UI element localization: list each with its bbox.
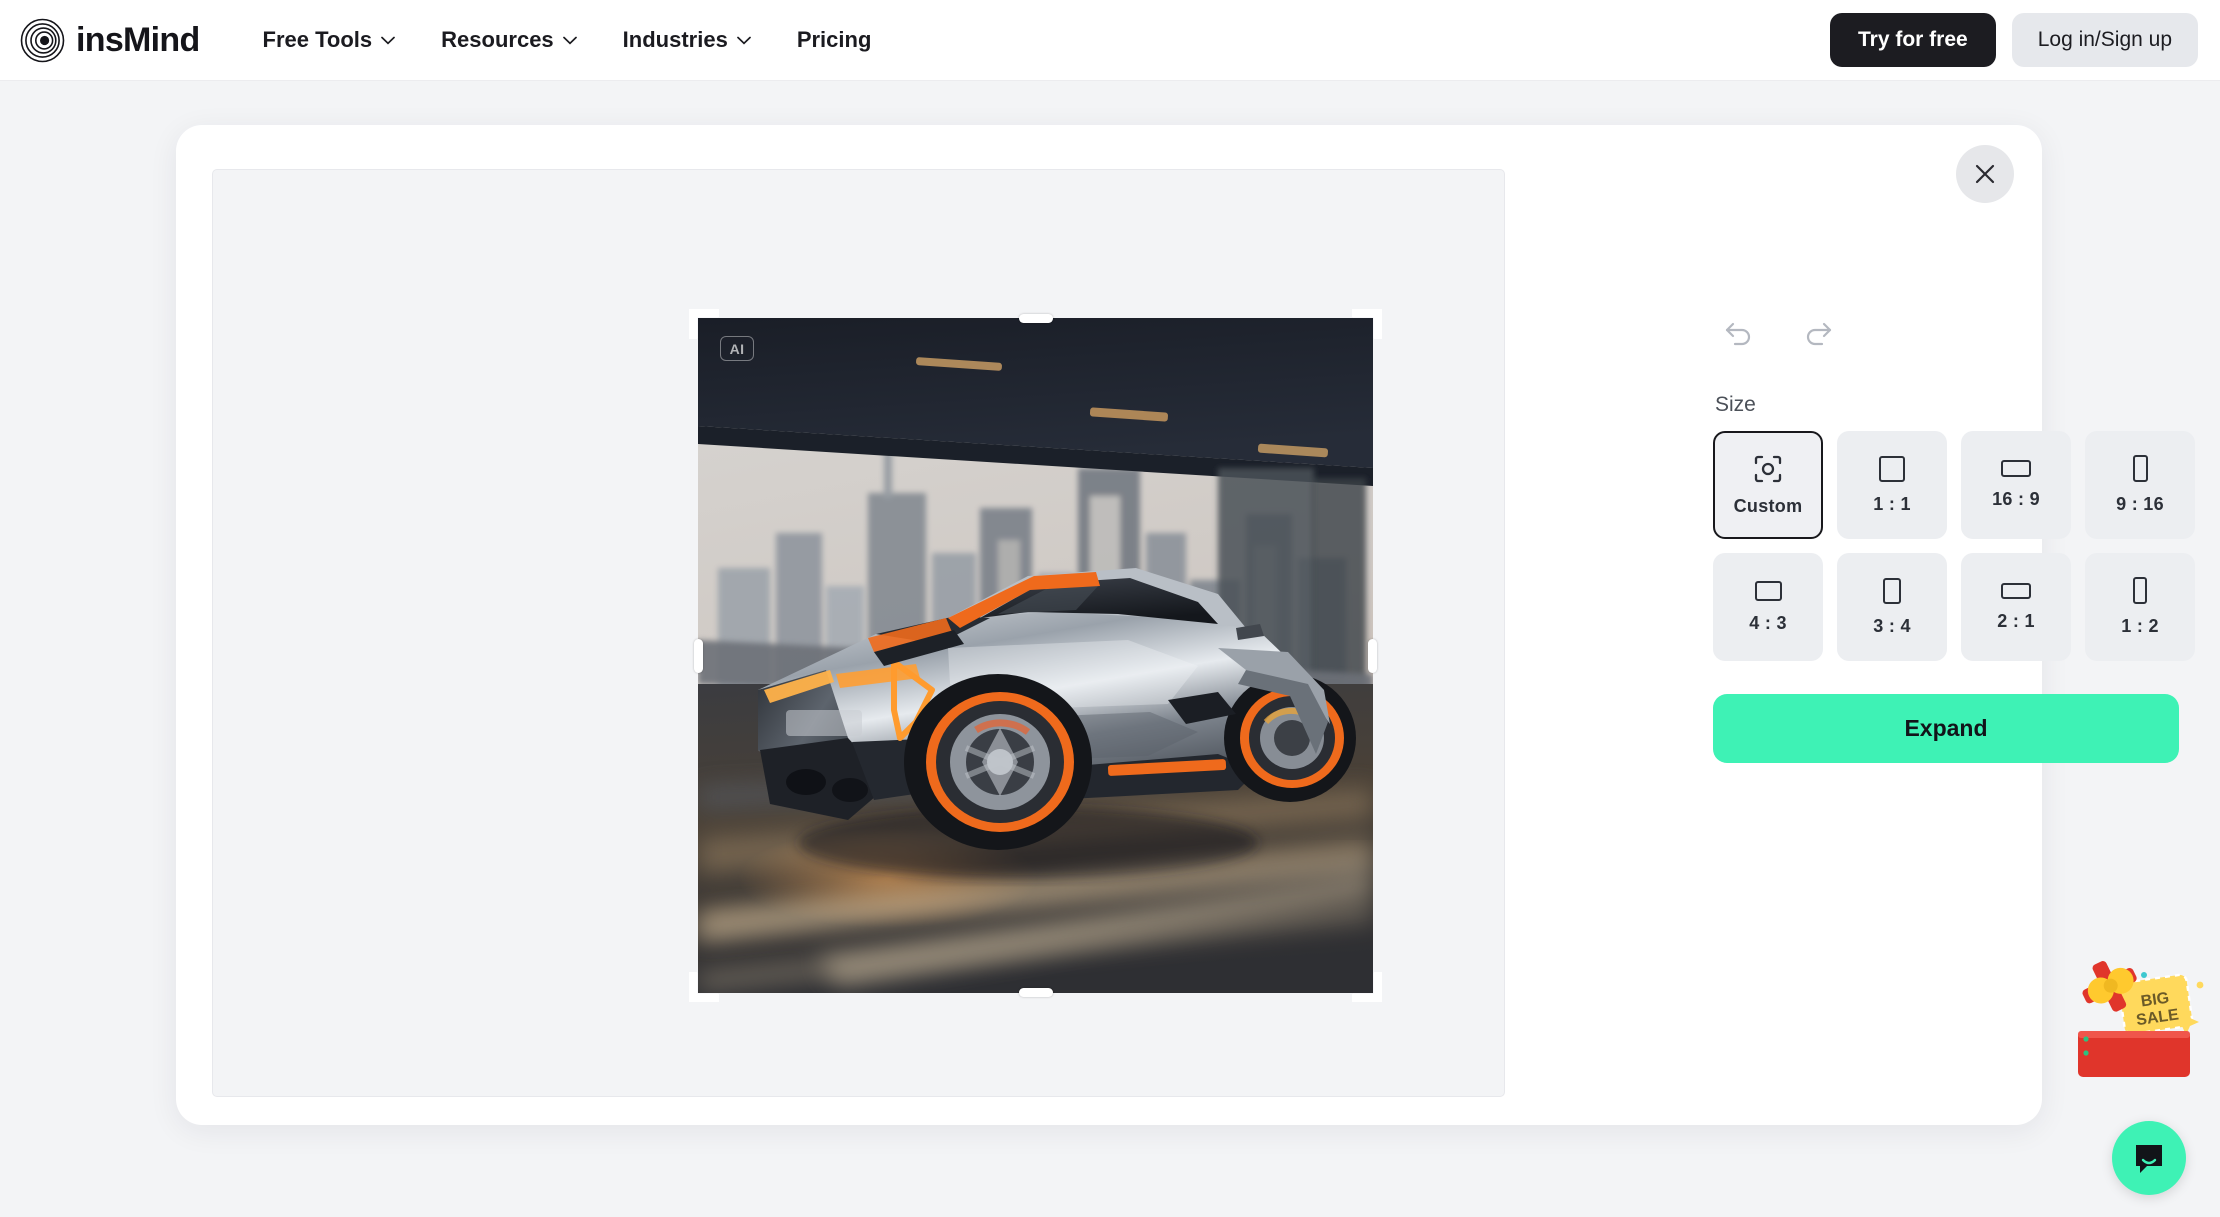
- brand-logo[interactable]: insMind: [20, 18, 200, 63]
- size-option-label: 4 : 3: [1749, 612, 1787, 633]
- expand-button[interactable]: Expand: [1713, 694, 2179, 763]
- size-option-label: 16 : 9: [1992, 489, 2040, 509]
- portrait-tall-icon: [2133, 577, 2147, 604]
- nav-label: Industries: [622, 27, 728, 52]
- square-icon: [1879, 455, 1905, 482]
- main-nav: Free Tools Resources Industries Pricing: [263, 27, 872, 53]
- gift-box-sale-icon: BIG SALE: [2078, 961, 2204, 1077]
- crop-handle-top[interactable]: [1018, 314, 1053, 323]
- size-option-9-16[interactable]: 9 : 16: [2085, 431, 2195, 539]
- size-option-1-1[interactable]: 1 : 1: [1837, 431, 1947, 539]
- promo-sale-widget[interactable]: BIG SALE: [2060, 957, 2210, 1087]
- generated-image: [698, 318, 1373, 993]
- crop-handle-left[interactable]: [694, 638, 703, 673]
- history-controls: [1713, 315, 2183, 349]
- nav-item-pricing[interactable]: Pricing: [797, 27, 872, 53]
- crop-focus-icon: [1754, 455, 1782, 482]
- landscape-wide-icon: [2001, 460, 2031, 477]
- size-option-16-9[interactable]: 16 : 9: [1961, 431, 2071, 539]
- chevron-down-icon: [736, 36, 751, 44]
- nav-label: Free Tools: [262, 27, 373, 52]
- size-section-label: Size: [1715, 393, 1756, 416]
- expand-tool-modal: AI Size Custom 1: 1 16: 9 9: 16 4: 3…: [176, 125, 2195, 1125]
- landscape-wide-icon: [2001, 582, 2031, 599]
- size-option-2-1[interactable]: 2 : 1: [1961, 553, 2071, 661]
- close-modal-button[interactable]: [1956, 145, 2014, 203]
- size-option-label: Custom: [1733, 495, 1803, 516]
- image-canvas[interactable]: AI: [212, 169, 1505, 1097]
- size-option-custom[interactable]: Custom: [1713, 431, 1823, 539]
- nav-label: Pricing: [796, 27, 872, 52]
- try-for-free-button[interactable]: Try for free: [1830, 13, 1996, 67]
- portrait-icon: [1883, 577, 1901, 604]
- size-option-label: 9 : 16: [2116, 494, 2164, 514]
- nav-item-industries[interactable]: Industries: [623, 27, 751, 53]
- nav-item-free-tools[interactable]: Free Tools: [263, 27, 396, 53]
- nav-label: Resources: [441, 27, 554, 52]
- image-crop-frame[interactable]: AI: [689, 309, 1382, 1002]
- chevron-down-icon: [381, 36, 396, 44]
- size-option-label: 1 : 2: [2121, 616, 2159, 636]
- car-photo-render: [698, 318, 1373, 993]
- crop-handle-bottom[interactable]: [1018, 988, 1053, 997]
- concentric-circles-logo-icon: [20, 18, 65, 62]
- chat-bubble-icon: [2136, 1145, 2162, 1173]
- chat-support-button[interactable]: [2112, 1121, 2186, 1195]
- undo-arrow-icon[interactable]: [1722, 315, 1756, 349]
- nav-item-resources[interactable]: Resources: [441, 27, 577, 53]
- size-option-label: 1 : 1: [1873, 493, 1911, 514]
- close-x-icon: [1975, 164, 1995, 184]
- redo-arrow-icon[interactable]: [1801, 315, 1835, 349]
- chevron-down-icon: [562, 36, 577, 44]
- site-header: insMind Free Tools Resources Industries …: [0, 0, 2220, 81]
- size-option-4-3[interactable]: 4 : 3: [1713, 553, 1823, 661]
- size-option-label: 3 : 4: [1873, 615, 1911, 636]
- crop-handle-right[interactable]: [1368, 638, 1377, 673]
- header-actions: Try for free Log in/Sign up: [1830, 13, 2198, 67]
- login-signup-button[interactable]: Log in/Sign up: [2011, 13, 2198, 67]
- ai-badge: AI: [720, 336, 754, 361]
- size-options-grid: Custom 1 : 1 16 : 9 9 : 16 4 : 3 3 : 4 2…: [1713, 431, 2195, 661]
- size-option-1-2[interactable]: 1 : 2: [2085, 553, 2195, 661]
- portrait-tall-icon: [2132, 455, 2148, 482]
- size-option-3-4[interactable]: 3 : 4: [1837, 553, 1947, 661]
- settings-panel: Size Custom 1 : 1 16 : 9 9: 16 4: 3 3 …: [1713, 315, 2195, 763]
- landscape-icon: [1754, 580, 1782, 601]
- size-option-label: 2 : 1: [1997, 610, 2035, 631]
- brand-name: insMind: [76, 20, 200, 59]
